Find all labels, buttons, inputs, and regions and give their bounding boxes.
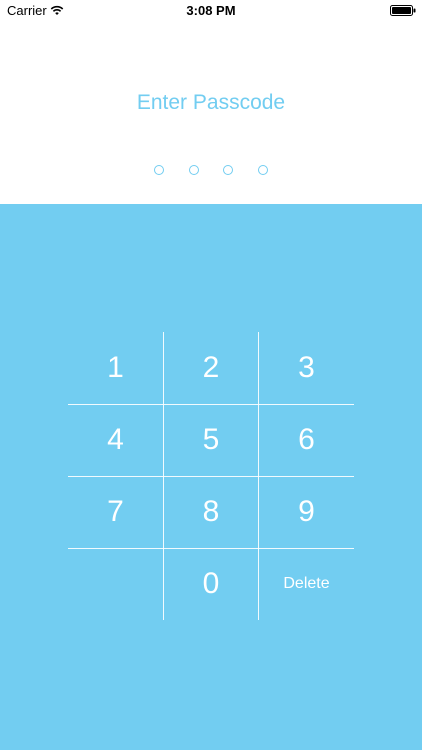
passcode-indicator (0, 165, 422, 179)
digit-key-1[interactable]: 1 (68, 332, 163, 404)
delete-button[interactable]: Delete (259, 548, 354, 620)
passcode-dot (257, 165, 268, 175)
status-time: 3:08 PM (186, 3, 236, 18)
passcode-dot (154, 165, 165, 175)
digit-key-3[interactable]: 3 (259, 332, 354, 404)
battery-icon (390, 5, 416, 16)
passcode-dot (188, 165, 199, 175)
digit-key-6[interactable]: 6 (259, 404, 354, 476)
page-title: Enter Passcode (136, 91, 286, 114)
digit-key-7[interactable]: 7 (68, 476, 163, 548)
digit-key-9[interactable]: 9 (259, 476, 354, 548)
digit-key-5[interactable]: 5 (164, 404, 259, 476)
digit-key-2[interactable]: 2 (164, 332, 259, 404)
passcode-dot (223, 165, 234, 175)
keypad: 1 2 3 4 5 6 7 8 9 0 Delete (68, 332, 354, 620)
status-bar: Carrier 3:08 PM (0, 0, 422, 22)
digit-key-8[interactable]: 8 (164, 476, 259, 548)
keypad-panel: 1 2 3 4 5 6 7 8 9 0 Delete (0, 204, 422, 750)
digit-key-4[interactable]: 4 (68, 404, 163, 476)
digit-key-0[interactable]: 0 (164, 548, 259, 620)
